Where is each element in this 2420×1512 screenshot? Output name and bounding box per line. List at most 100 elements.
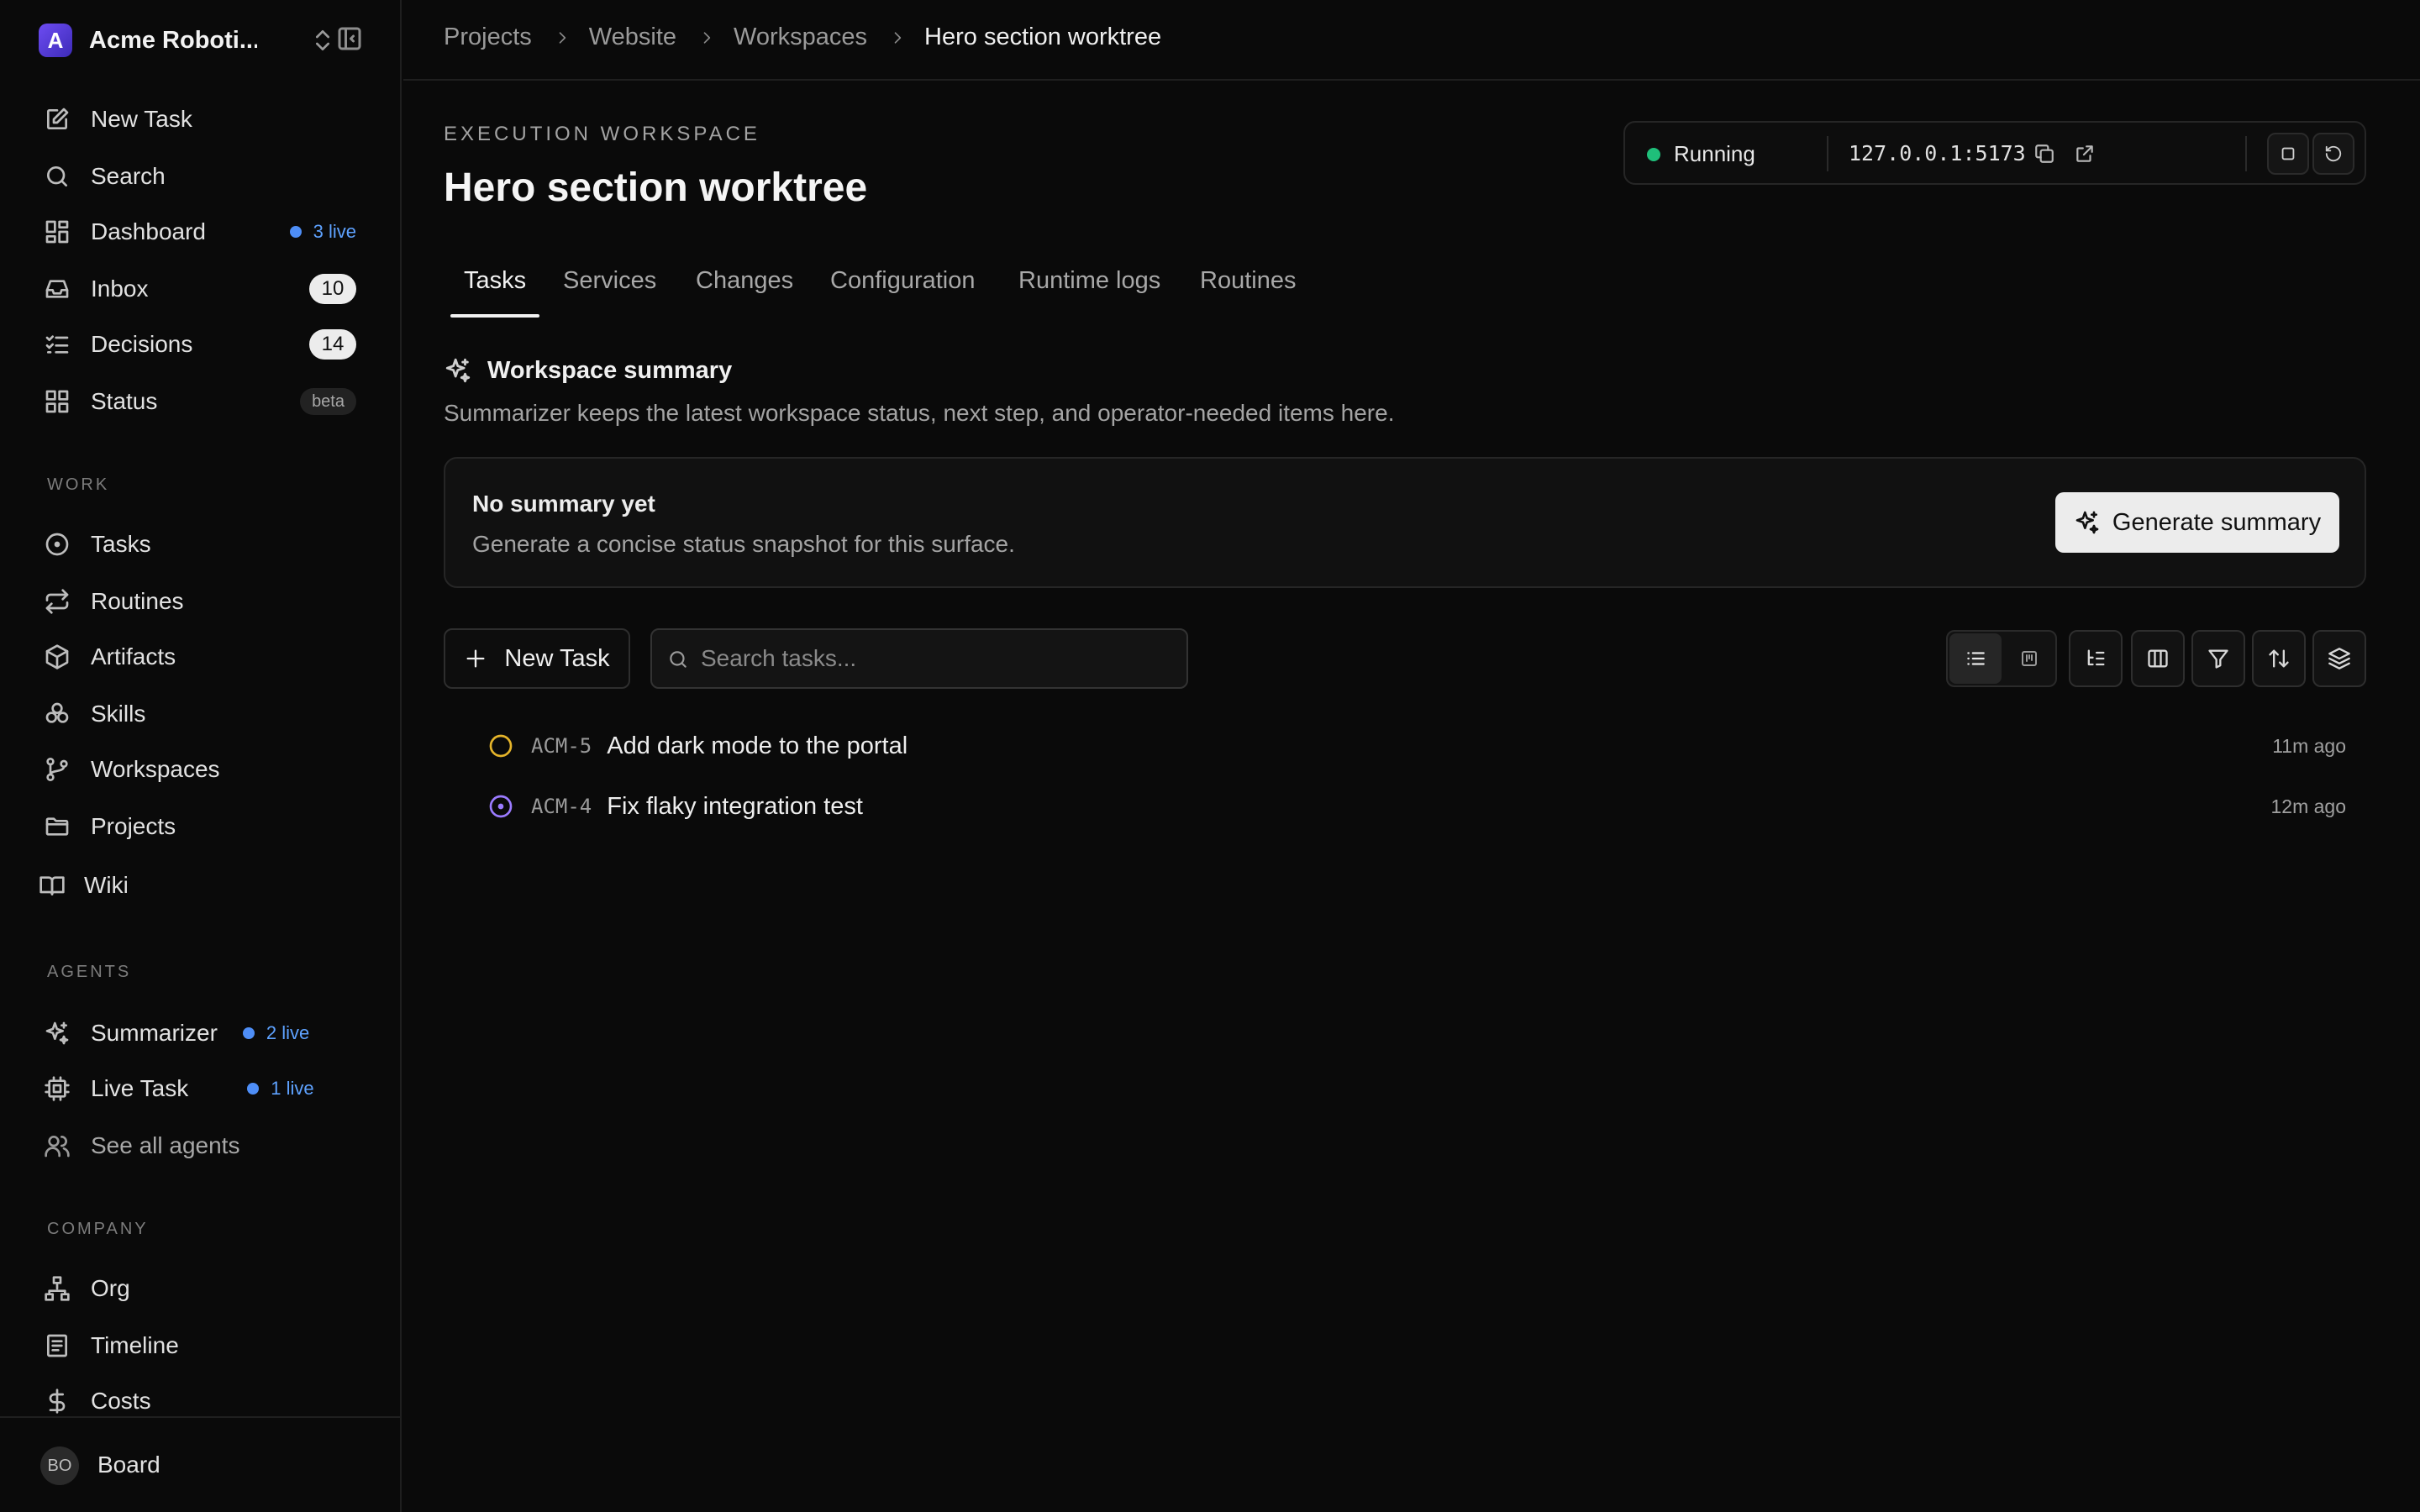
nav-label: Artifacts: [91, 643, 176, 669]
filter-icon[interactable]: [2191, 630, 2245, 687]
nav-search[interactable]: Search: [44, 156, 356, 197]
nav-dashboard[interactable]: Dashboard 3 live: [44, 212, 356, 252]
layers-icon[interactable]: [2312, 630, 2366, 687]
summary-card-title: No summary yet: [472, 491, 655, 517]
breadcrumb-projects[interactable]: Projects: [444, 24, 532, 51]
sparkles-icon: [444, 356, 472, 385]
live-dot: [247, 1083, 260, 1095]
live-count: 3 live: [313, 221, 356, 242]
live-indicator: 1 live: [247, 1078, 314, 1100]
nav-label: Decisions: [91, 331, 193, 357]
circle-dot-icon: [44, 531, 71, 558]
nav-label: Dashboard: [91, 218, 206, 244]
nesting-icon[interactable]: [2069, 630, 2123, 687]
package-icon: [44, 643, 71, 670]
board-view-icon[interactable]: [2003, 633, 2055, 684]
tab-tasks[interactable]: Tasks: [464, 267, 526, 295]
book-icon: [39, 872, 66, 899]
tab-services[interactable]: Services: [563, 267, 656, 295]
timeline-icon: [44, 1332, 71, 1359]
view-toggle: [1946, 630, 2057, 687]
decisions-count-badge: 14: [309, 329, 356, 360]
sidebar: A Acme Roboti... New Task Search Dashboa…: [0, 0, 402, 1512]
nav-decisions[interactable]: Decisions 14: [44, 324, 356, 365]
live-dot: [289, 226, 302, 238]
dollar-icon: [44, 1388, 71, 1415]
task-row[interactable]: ACM-5 Add dark mode to the portal 11m ag…: [487, 722, 2366, 769]
user-name: Board: [97, 1452, 160, 1478]
live-count: 1 live: [271, 1078, 314, 1099]
tab-routines[interactable]: Routines: [1200, 267, 1296, 295]
nav-label: Status: [91, 388, 158, 414]
nav-timeline[interactable]: Timeline: [44, 1326, 356, 1366]
nav-inbox[interactable]: Inbox 10: [44, 269, 356, 309]
nav-skills[interactable]: Skills: [44, 694, 356, 734]
nav-projects[interactable]: Projects: [44, 806, 356, 847]
company-name: Acme Roboti...: [89, 26, 257, 54]
external-link-icon[interactable]: [2074, 143, 2096, 165]
nav-agent-summarizer[interactable]: Summarizer 2 live: [44, 1013, 356, 1053]
restart-icon[interactable]: [2312, 133, 2354, 175]
avatar: BO: [40, 1446, 79, 1485]
summary-heading: Workspace summary: [487, 356, 733, 384]
tab-configuration[interactable]: Configuration: [830, 267, 976, 295]
nav-new-task[interactable]: New Task: [44, 99, 356, 139]
grid-icon: [44, 388, 71, 415]
divider: [1827, 136, 1828, 171]
task-title[interactable]: Add dark mode to the portal: [607, 732, 908, 760]
stop-icon[interactable]: [2267, 133, 2309, 175]
nav-wiki[interactable]: Wiki: [39, 865, 351, 906]
section-label-work: WORK: [47, 475, 110, 494]
nav-agent-live-task[interactable]: Live Task 1 live: [44, 1068, 356, 1109]
nav-costs[interactable]: Costs: [44, 1381, 356, 1421]
nav-label: Summarizer: [91, 1020, 218, 1046]
status-todo-icon[interactable]: [487, 732, 514, 759]
task-key: ACM-5: [531, 734, 592, 758]
edit-icon: [44, 106, 71, 133]
copy-icon[interactable]: [2033, 143, 2055, 165]
sort-icon[interactable]: [2252, 630, 2306, 687]
sparkles-icon: [2074, 509, 2101, 536]
tab-changes[interactable]: Changes: [696, 267, 793, 295]
summary-card-description: Generate a concise status snapshot for t…: [472, 531, 1015, 557]
collapse-sidebar-icon[interactable]: [334, 24, 365, 54]
status-in-progress-icon[interactable]: [487, 793, 514, 820]
task-time: 12m ago: [2270, 795, 2346, 817]
list-view-icon[interactable]: [1949, 633, 2002, 684]
task-key: ACM-4: [531, 795, 592, 818]
company-switcher[interactable]: A Acme Roboti...: [39, 22, 257, 59]
summary-card: No summary yet Generate a concise status…: [444, 457, 2366, 588]
task-title[interactable]: Fix flaky integration test: [607, 793, 863, 821]
breadcrumb-workspaces[interactable]: Workspaces: [734, 24, 867, 51]
repeat-icon: [44, 588, 71, 615]
chevron-right-icon: [698, 29, 715, 46]
nav-status[interactable]: Status beta: [44, 381, 356, 422]
tab-runtime-logs[interactable]: Runtime logs: [1018, 267, 1160, 295]
page-eyebrow: EXECUTION WORKSPACE: [444, 123, 760, 145]
search-icon: [44, 163, 71, 190]
nav-workspaces[interactable]: Workspaces: [44, 749, 356, 790]
nav-label: Skills: [91, 701, 146, 727]
sparkles-icon: [44, 1020, 71, 1047]
nav-tasks[interactable]: Tasks: [44, 524, 356, 564]
nav-routines[interactable]: Routines: [44, 581, 356, 622]
page-title: Hero section worktree: [444, 165, 868, 210]
generate-summary-label: Generate summary: [2112, 508, 2322, 536]
nav-see-all-agents[interactable]: See all agents: [44, 1126, 356, 1166]
generate-summary-button[interactable]: Generate summary: [2055, 492, 2339, 553]
new-task-button[interactable]: New Task: [444, 628, 630, 689]
chevrons-up-down-icon[interactable]: [309, 27, 336, 54]
dashboard-icon: [44, 218, 71, 245]
nav-label: Search: [91, 163, 166, 189]
runtime-url[interactable]: 127.0.0.1:5173: [1849, 141, 2026, 165]
search-input[interactable]: [701, 630, 1171, 687]
columns-icon[interactable]: [2131, 630, 2185, 687]
plus-icon: [464, 647, 487, 670]
workspace-summary-header: Workspace summary: [444, 356, 732, 385]
nav-org[interactable]: Org: [44, 1268, 356, 1309]
breadcrumb-website[interactable]: Website: [589, 24, 676, 51]
user-menu[interactable]: BO Board: [0, 1416, 400, 1512]
divider: [2245, 136, 2247, 171]
nav-artifacts[interactable]: Artifacts: [44, 637, 356, 677]
task-row[interactable]: ACM-4 Fix flaky integration test 12m ago: [487, 783, 2366, 830]
